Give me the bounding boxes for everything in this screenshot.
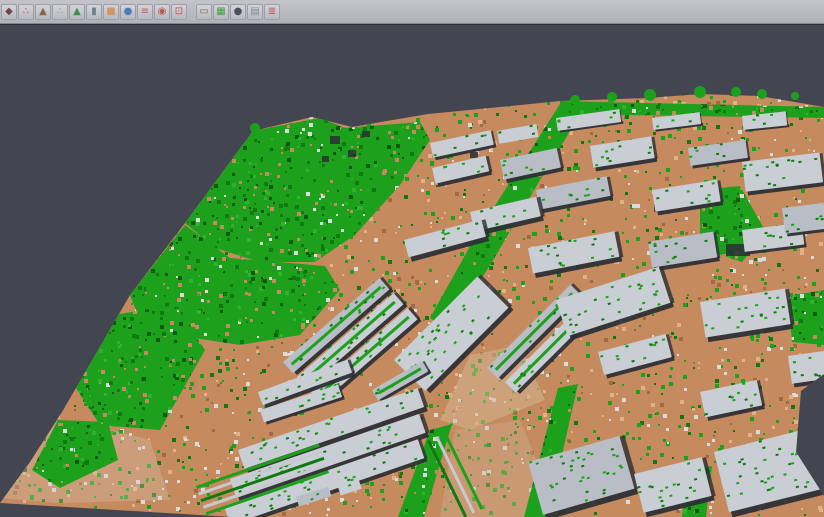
- contour-lines-icon[interactable]: ≡: [137, 4, 153, 20]
- photos-icon[interactable]: ▤: [247, 4, 263, 20]
- layers-icon[interactable]: ≣: [264, 4, 280, 20]
- sparse-cloud-icon[interactable]: ∴: [52, 4, 68, 20]
- terrain-icon[interactable]: ▲: [35, 4, 51, 20]
- region-select-icon[interactable]: ⊡: [171, 4, 187, 20]
- texture-icon[interactable]: ■: [103, 4, 119, 20]
- dark-sphere-icon[interactable]: ●: [230, 4, 246, 20]
- app-window: ◆∴▲∴▲▮■●≡◉⊡▭▦●▤≣: [0, 0, 824, 517]
- toolbar: ◆∴▲∴▲▮■●≡◉⊡▭▦●▤≣: [0, 0, 824, 24]
- globe-icon[interactable]: ●: [120, 4, 136, 20]
- navigation-tool-icon[interactable]: ◆: [1, 4, 17, 20]
- model-viewport[interactable]: [0, 25, 824, 517]
- ruler-icon[interactable]: ▭: [196, 4, 212, 20]
- target-marker-icon[interactable]: ◉: [154, 4, 170, 20]
- model-block-icon[interactable]: ▮: [86, 4, 102, 20]
- point-select-icon[interactable]: ∴: [18, 4, 34, 20]
- mesh-icon[interactable]: ▲: [69, 4, 85, 20]
- classify-icon[interactable]: ▦: [213, 4, 229, 20]
- 3d-scene: [0, 25, 824, 517]
